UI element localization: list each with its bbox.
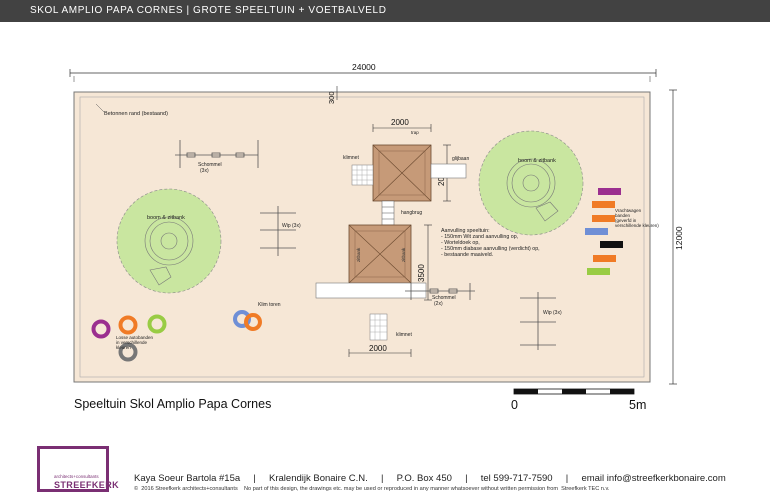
logo-subtitle: architects+consultants	[54, 474, 99, 479]
tree-right-label: boom & zitbank	[518, 158, 556, 164]
logo-name: STREEFKERK	[54, 480, 120, 490]
climb-net-bottom	[369, 313, 388, 341]
overall-height-label: 12000	[674, 226, 684, 250]
climb-net-bottom-label: klimnet	[396, 332, 412, 338]
slide	[430, 163, 467, 179]
footer-copyright: © 2016 Streefkerk architects+consultants…	[134, 486, 610, 492]
seesaw-left-label: Wip (3x)	[282, 223, 301, 229]
slide-label: glijbaan	[452, 156, 469, 162]
hang-bridge-label: hangbrug	[401, 210, 422, 216]
drawing-caption: Speeltuin Skol Amplio Papa Cornes	[74, 397, 272, 411]
top-width-label: 2000	[391, 118, 409, 127]
tree-bench-right	[478, 130, 584, 236]
climb-net-top-label: klimnet	[343, 155, 359, 161]
scale-five-label: 5m	[629, 398, 647, 412]
trap-label: trap	[411, 130, 419, 135]
tower-height-label: 3500	[417, 264, 426, 282]
edge-offset-label: 300	[327, 91, 336, 104]
climb-net-top	[351, 164, 374, 186]
border-label: Betonnen rand (bestaand)	[104, 111, 168, 117]
climb-tower-label: Klim toren	[258, 302, 281, 308]
seesaw-right-label: Wip (3x)	[543, 310, 562, 316]
scale-bar	[513, 388, 635, 395]
tree-bench-left	[116, 188, 222, 294]
tower-bench-left: zitbank	[356, 247, 361, 262]
tower-platform	[315, 282, 427, 299]
overall-width-label: 24000	[352, 62, 376, 72]
site-plan-drawing: 24000 12000 300 Betonnen rand (bestaand)…	[69, 62, 684, 395]
play-tower-top	[372, 144, 432, 202]
hang-bridge	[381, 200, 395, 226]
scale-zero-label: 0	[511, 398, 518, 412]
tower-bench-right: zitbank	[401, 247, 406, 262]
tree-left-label: boom & zitbank	[147, 215, 185, 221]
bottom-width-label: 2000	[369, 344, 387, 353]
footer-contact: Kaya Soeur Bartola #15a | Kralendijk Bon…	[134, 473, 726, 484]
